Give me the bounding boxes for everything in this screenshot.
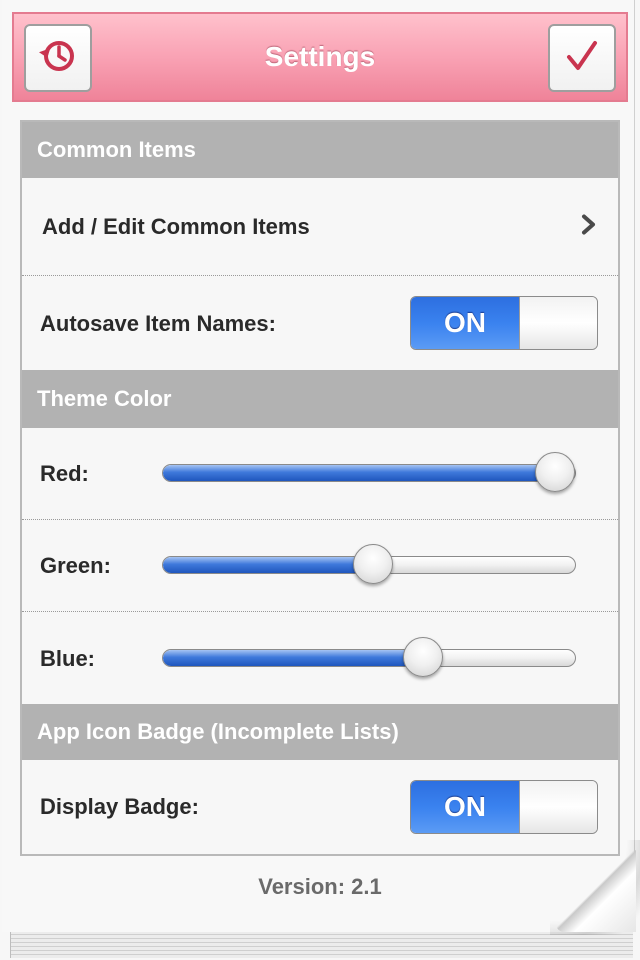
header-bar: Settings bbox=[12, 12, 628, 102]
green-slider-thumb[interactable] bbox=[353, 544, 394, 584]
autosave-toggle-knob bbox=[519, 297, 597, 349]
red-slider[interactable] bbox=[162, 451, 576, 492]
red-label: Red: bbox=[40, 460, 89, 486]
green-label: Green: bbox=[40, 553, 111, 578]
green-slider-row: Green: bbox=[22, 521, 618, 612]
display-badge-toggle[interactable]: ON bbox=[410, 780, 598, 834]
autosave-item-names-label: Autosave Item Names: bbox=[40, 310, 276, 336]
display-badge-toggle-on-label: ON bbox=[411, 781, 519, 833]
history-button[interactable] bbox=[24, 24, 92, 92]
red-slider-track bbox=[162, 463, 576, 482]
autosave-item-names-row: Autosave Item Names: ON bbox=[22, 277, 618, 370]
red-slider-fill bbox=[163, 464, 555, 481]
settings-panel: Common Items Add / Edit Common Items Aut… bbox=[20, 120, 620, 856]
blue-slider[interactable] bbox=[162, 636, 576, 677]
blue-slider-thumb[interactable] bbox=[402, 636, 443, 677]
add-edit-common-items-row[interactable]: Add / Edit Common Items bbox=[22, 178, 618, 276]
page-title: Settings bbox=[264, 41, 376, 72]
green-slider-fill bbox=[163, 557, 374, 573]
red-slider-row: Red: bbox=[22, 428, 618, 520]
section-header-common-items: Common Items bbox=[22, 122, 618, 178]
autosave-toggle[interactable]: ON bbox=[410, 296, 598, 350]
blue-slider-track bbox=[162, 648, 576, 667]
blue-slider-fill bbox=[163, 649, 423, 666]
done-button[interactable] bbox=[548, 24, 616, 92]
red-slider-thumb[interactable] bbox=[535, 451, 576, 492]
display-badge-toggle-knob bbox=[519, 781, 597, 833]
autosave-toggle-on-label: ON bbox=[411, 297, 519, 349]
version-label: Version: 2.1 bbox=[258, 874, 382, 899]
display-badge-label: Display Badge: bbox=[40, 794, 199, 819]
chevron-right-icon bbox=[580, 213, 598, 240]
display-badge-row: Display Badge: ON bbox=[22, 760, 618, 854]
paper-stack-edge bbox=[10, 930, 633, 958]
green-slider[interactable] bbox=[162, 544, 576, 584]
blue-label: Blue: bbox=[40, 645, 95, 671]
section-header-app-icon-badge: App Icon Badge (Incomplete Lists) bbox=[22, 704, 618, 760]
section-header-theme-color: Theme Color bbox=[22, 370, 618, 428]
history-icon bbox=[38, 36, 78, 81]
checkmark-icon bbox=[564, 38, 600, 79]
blue-slider-row: Blue: bbox=[22, 613, 618, 704]
add-edit-common-items-label: Add / Edit Common Items bbox=[42, 213, 310, 239]
